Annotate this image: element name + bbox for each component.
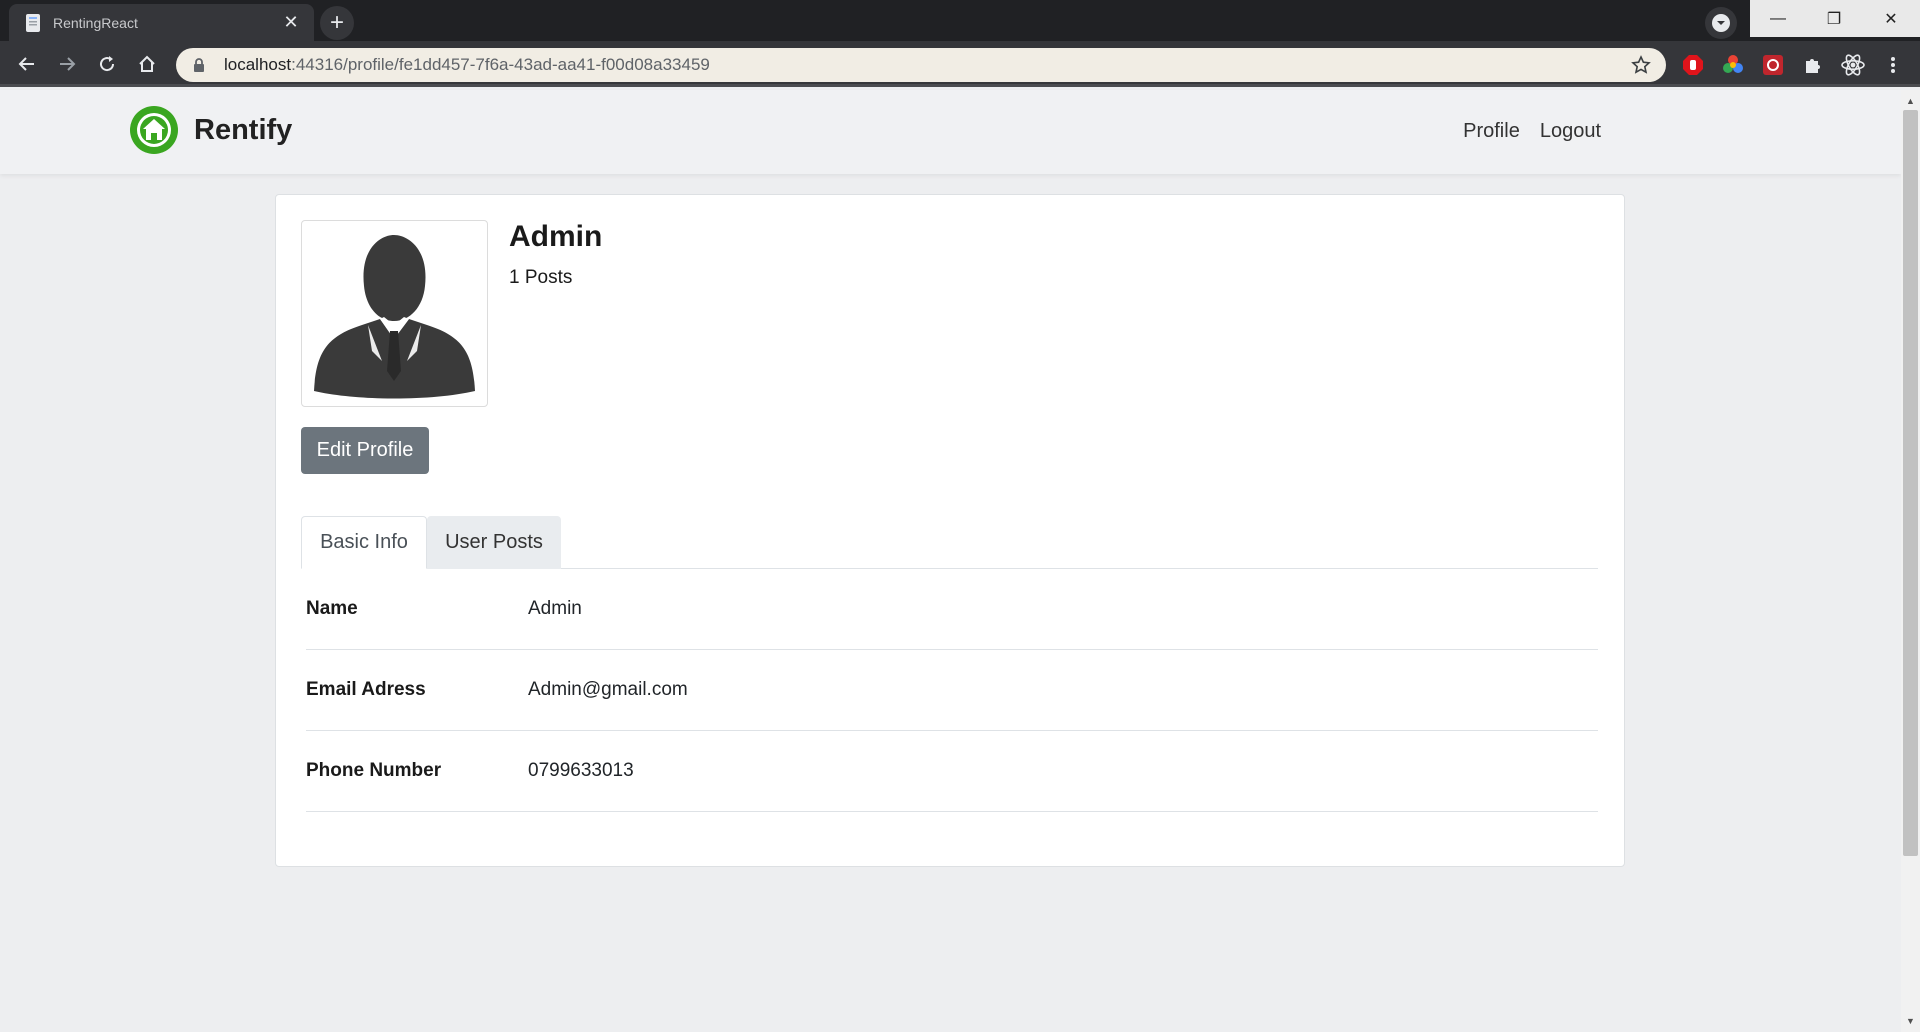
address-bar[interactable]: localhost:44316/profile/fe1dd457-7f6a-43… bbox=[176, 48, 1666, 82]
new-tab-button[interactable]: + bbox=[320, 6, 354, 40]
back-icon[interactable] bbox=[10, 47, 44, 81]
nav-link-logout[interactable]: Logout bbox=[1540, 120, 1601, 143]
react-devtools-icon[interactable] bbox=[1840, 52, 1866, 78]
home-icon[interactable] bbox=[130, 47, 164, 81]
basic-info-table: Name Admin Email Adress Admin@gmail.com … bbox=[306, 569, 1598, 812]
tab-basic-info[interactable]: Basic Info bbox=[301, 516, 427, 569]
edit-profile-button[interactable]: Edit Profile bbox=[301, 427, 429, 474]
url-text: localhost:44316/profile/fe1dd457-7f6a-43… bbox=[224, 55, 710, 74]
tab-close-icon[interactable]: ✕ bbox=[280, 12, 302, 34]
info-label: Phone Number bbox=[306, 760, 442, 781]
browser-menu-icon[interactable] bbox=[1880, 52, 1906, 78]
window-close-button[interactable]: ✕ bbox=[1862, 0, 1920, 37]
window-maximize-button[interactable]: ❐ bbox=[1806, 0, 1862, 37]
user-silhouette-icon bbox=[314, 235, 475, 399]
adblock-extension-icon[interactable] bbox=[1680, 52, 1706, 78]
scroll-down-arrow-icon[interactable]: ▼ bbox=[1901, 1012, 1920, 1030]
info-row-phone: Phone Number 0799633013 bbox=[306, 731, 1598, 812]
profile-tabs: Basic Info User Posts bbox=[301, 516, 1598, 569]
forward-icon[interactable] bbox=[50, 47, 84, 81]
info-row-name: Name Admin bbox=[306, 569, 1598, 650]
page-favicon-icon bbox=[23, 13, 43, 33]
info-row-email: Email Adress Admin@gmail.com bbox=[306, 650, 1598, 731]
page-viewport: Rentify Profile Logout Admin 1 Posts Edi… bbox=[0, 90, 1901, 1032]
extensions-puzzle-icon[interactable] bbox=[1800, 52, 1826, 78]
browser-tab[interactable]: RentingReact ✕ bbox=[9, 4, 314, 41]
lock-icon bbox=[190, 56, 208, 74]
info-value: Admin bbox=[528, 598, 582, 619]
house-logo-icon bbox=[130, 106, 178, 154]
info-value: Admin@gmail.com bbox=[528, 679, 688, 700]
brand[interactable]: Rentify bbox=[130, 106, 292, 154]
tab-title: RentingReact bbox=[53, 14, 138, 31]
window-minimize-button[interactable]: — bbox=[1750, 0, 1806, 37]
site-navbar: Rentify Profile Logout bbox=[0, 90, 1901, 174]
tab-search-icon[interactable] bbox=[1705, 7, 1737, 39]
color-picker-extension-icon[interactable] bbox=[1720, 52, 1746, 78]
profile-username: Admin bbox=[509, 220, 603, 253]
info-label: Name bbox=[306, 598, 358, 619]
bookmark-star-icon[interactable] bbox=[1630, 54, 1652, 76]
avatar bbox=[301, 220, 488, 407]
nav-links: Profile Logout bbox=[1463, 120, 1601, 143]
scrollbar-thumb[interactable] bbox=[1903, 110, 1918, 856]
scroll-up-arrow-icon[interactable]: ▲ bbox=[1901, 92, 1920, 110]
browser-titlebar: RentingReact ✕ + — ❐ ✕ bbox=[0, 0, 1920, 41]
brand-name: Rentify bbox=[194, 113, 293, 146]
profile-post-count: 1 Posts bbox=[509, 267, 573, 288]
profile-card: Admin 1 Posts Edit Profile Basic Info Us… bbox=[275, 194, 1625, 867]
nav-link-profile[interactable]: Profile bbox=[1463, 120, 1520, 143]
redux-devtools-extension-icon[interactable] bbox=[1760, 52, 1786, 78]
reload-icon[interactable] bbox=[90, 47, 124, 81]
info-label: Email Adress bbox=[306, 679, 426, 700]
info-value: 0799633013 bbox=[528, 760, 634, 781]
tab-user-posts[interactable]: User Posts bbox=[427, 516, 561, 569]
